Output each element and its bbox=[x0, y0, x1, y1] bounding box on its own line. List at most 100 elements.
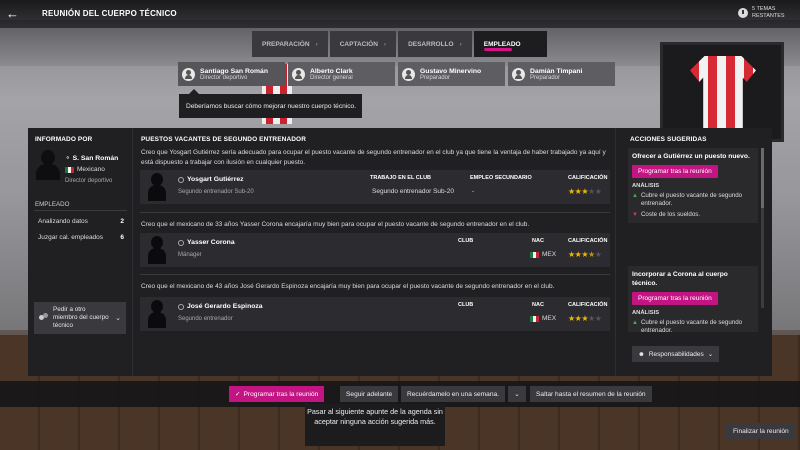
schedule-after-meeting-button[interactable]: Programar tras la reunión bbox=[632, 292, 718, 305]
candidate-name[interactable]: Yosgart Gutiérrez bbox=[178, 176, 244, 183]
participant-card[interactable]: Gustavo Minervino Preparador bbox=[398, 62, 505, 86]
people-icon: ☻ bbox=[638, 350, 645, 358]
mexico-flag-icon bbox=[530, 315, 539, 322]
star-empty-icon: ★ bbox=[594, 187, 602, 196]
top-bar: ← REUNIÓN DEL CUERPO TÉCNICO 5 TEMAS RES… bbox=[0, 0, 800, 28]
step-label: CAPTACIÓN bbox=[339, 40, 378, 48]
responsibilities-button[interactable]: ☻ Responsabilidades ⌄ bbox=[632, 346, 720, 362]
staff-silhouette[interactable] bbox=[36, 150, 60, 180]
candidate-card[interactable]: Yosgart Gutiérrez Segundo entrenador Sub… bbox=[140, 170, 610, 204]
candidate-card[interactable]: Yasser Corona Mánager CLUB NAC MEX CALIF… bbox=[140, 233, 610, 267]
avatar-icon bbox=[512, 67, 525, 81]
star-half-icon: ★ bbox=[588, 250, 595, 259]
informer-role: Director deportivo bbox=[65, 178, 113, 184]
step-desarrollo[interactable]: DESARROLLO › bbox=[398, 31, 472, 57]
column-label: CALIFICACIÓN bbox=[568, 302, 608, 308]
mexico-flag-icon bbox=[65, 166, 74, 173]
candidate-name-text: Yosgart Gutiérrez bbox=[187, 176, 244, 183]
chevron-down-icon: ⌄ bbox=[115, 315, 121, 322]
participant-card[interactable]: Damián Timpani Preparador bbox=[508, 62, 615, 86]
star-empty-icon: ★ bbox=[594, 314, 602, 323]
section-label: EMPLEADO bbox=[35, 201, 70, 208]
chevron-right-icon: › bbox=[315, 40, 318, 48]
remind-later-button[interactable]: Recuérdamelo en una semana. bbox=[401, 386, 506, 402]
topics-remaining-label: 5 TEMAS RESTANTES bbox=[752, 6, 785, 19]
chevron-right-icon: › bbox=[383, 40, 387, 48]
meeting-participants: Santiago San Román Director deportivo Alb… bbox=[178, 62, 615, 86]
pro-item: ▲ Cubre el puesto vacante de segundo entr… bbox=[632, 192, 754, 208]
informer-name[interactable]: ⚬ S. San Román bbox=[65, 154, 118, 162]
participant-name: Alberto Clark bbox=[310, 67, 353, 75]
column-value: - bbox=[472, 188, 475, 195]
pro-item: ▲ Cubre el puesto vacante de segundo entr… bbox=[632, 319, 754, 332]
informer-name-text: S. San Román bbox=[72, 155, 119, 162]
star-full-icon: ★ bbox=[568, 314, 575, 323]
candidate-silhouette bbox=[148, 300, 166, 328]
nationality-code: MEX bbox=[542, 251, 557, 258]
step-preparacion[interactable]: PREPARACIÓN › bbox=[252, 31, 328, 57]
nationality-value: MEX bbox=[530, 251, 556, 258]
scrollbar-thumb[interactable] bbox=[761, 148, 764, 208]
participant-role: Director deportivo bbox=[200, 74, 248, 81]
step-empleado[interactable]: EMPLEADO bbox=[473, 31, 547, 57]
suggestion-title: Ofrecer a Gutiérrez un puesto nuevo. bbox=[632, 153, 750, 160]
candidate-card[interactable]: José Gerardo Espinoza Segundo entrenador… bbox=[140, 297, 610, 331]
candidate-name[interactable]: Yasser Corona bbox=[178, 239, 235, 246]
rating-stars: ★★★★★ bbox=[568, 250, 602, 259]
rating-stars: ★★★★★ bbox=[568, 314, 602, 323]
step-progress-bar bbox=[483, 48, 512, 51]
participant-name: Santiago San Román bbox=[200, 67, 268, 75]
people-icon bbox=[39, 313, 49, 323]
star-full-icon: ★ bbox=[581, 314, 589, 323]
attribute-value: 2 bbox=[120, 217, 124, 225]
attribute-row: Juzgar cal. empleados 6 bbox=[34, 230, 128, 244]
schedule-after-meeting-button[interactable]: Programar tras la reunión bbox=[632, 165, 718, 178]
attribute-value: 6 bbox=[120, 233, 124, 241]
schedule-button[interactable]: ✓ Programar tras la reunión bbox=[229, 386, 325, 402]
column-label: CLUB bbox=[458, 238, 474, 244]
schedule-label: Programar tras la reunión bbox=[243, 390, 319, 398]
step-label: DESARROLLO bbox=[408, 40, 454, 48]
star-full-icon: ★ bbox=[581, 250, 589, 259]
nationality-value: MEX bbox=[530, 315, 556, 322]
topics-remaining[interactable]: 5 TEMAS RESTANTES bbox=[738, 6, 788, 19]
candidate-role: Mánager bbox=[178, 252, 202, 258]
remind-dropdown-button[interactable]: ⌄ bbox=[508, 386, 526, 402]
back-arrow-icon[interactable]: ← bbox=[6, 6, 19, 21]
step-captacion[interactable]: CAPTACIÓN › bbox=[329, 31, 397, 57]
divider bbox=[140, 212, 610, 213]
star-empty-icon: ★ bbox=[594, 250, 602, 259]
candidate-name[interactable]: José Gerardo Espinoza bbox=[178, 303, 263, 310]
attribute-row: Analizando datos 2 bbox=[34, 214, 128, 228]
step-label: PREPARACIÓN bbox=[262, 40, 310, 48]
analysis-label: ANÁLISIS bbox=[632, 183, 660, 189]
avatar-icon bbox=[182, 67, 195, 81]
page-title: REUNIÓN DEL CUERPO TÉCNICO bbox=[42, 9, 177, 18]
participant-card[interactable]: Santiago San Román Director deportivo bbox=[178, 62, 285, 86]
candidate-name-text: Yasser Corona bbox=[187, 239, 235, 246]
person-icon bbox=[178, 303, 184, 310]
attribute-label: Juzgar cal. empleados bbox=[38, 233, 104, 241]
column-label: CLUB bbox=[458, 302, 474, 308]
suggested-heading: ACCIONES SUGERIDAS bbox=[630, 136, 707, 143]
pro-text: Cubre el puesto vacante de segundo entre… bbox=[640, 319, 743, 332]
recommendation-text: Creo que el mexicano de 43 años José Ger… bbox=[141, 283, 555, 290]
pro-text: Cubre el puesto vacante de segundo entre… bbox=[640, 192, 743, 207]
person-icon bbox=[178, 176, 184, 183]
participant-card[interactable]: Alberto Clark Director general bbox=[288, 62, 395, 86]
star-full-icon: ★ bbox=[568, 250, 575, 259]
ask-other-staff-button[interactable]: Pedir a otro miembro del cuerpo técnico … bbox=[34, 302, 126, 334]
scrollbar[interactable] bbox=[761, 148, 764, 308]
chevron-right-icon: › bbox=[459, 40, 462, 48]
chevron-down-icon: ⌄ bbox=[707, 351, 714, 358]
responsibilities-label: Responsabilidades bbox=[648, 350, 704, 358]
chevron-down-icon: ⌄ bbox=[514, 391, 520, 398]
skip-to-summary-button[interactable]: Saltar hasta el resumen de la reunión bbox=[530, 386, 652, 402]
participant-name: Damián Timpani bbox=[530, 67, 583, 75]
finalize-meeting-button[interactable]: Finalizar la reunión bbox=[726, 423, 796, 439]
suggestion-card: Incorporar a Corona al cuerpo técnico. P… bbox=[628, 266, 758, 332]
main-panel: INFORMADO POR ⚬ S. San Román Mexicano Di… bbox=[28, 128, 772, 376]
thumbs-up-icon: ▲ bbox=[632, 193, 638, 199]
divider bbox=[34, 210, 127, 211]
continue-button[interactable]: Seguir adelante bbox=[340, 386, 399, 402]
